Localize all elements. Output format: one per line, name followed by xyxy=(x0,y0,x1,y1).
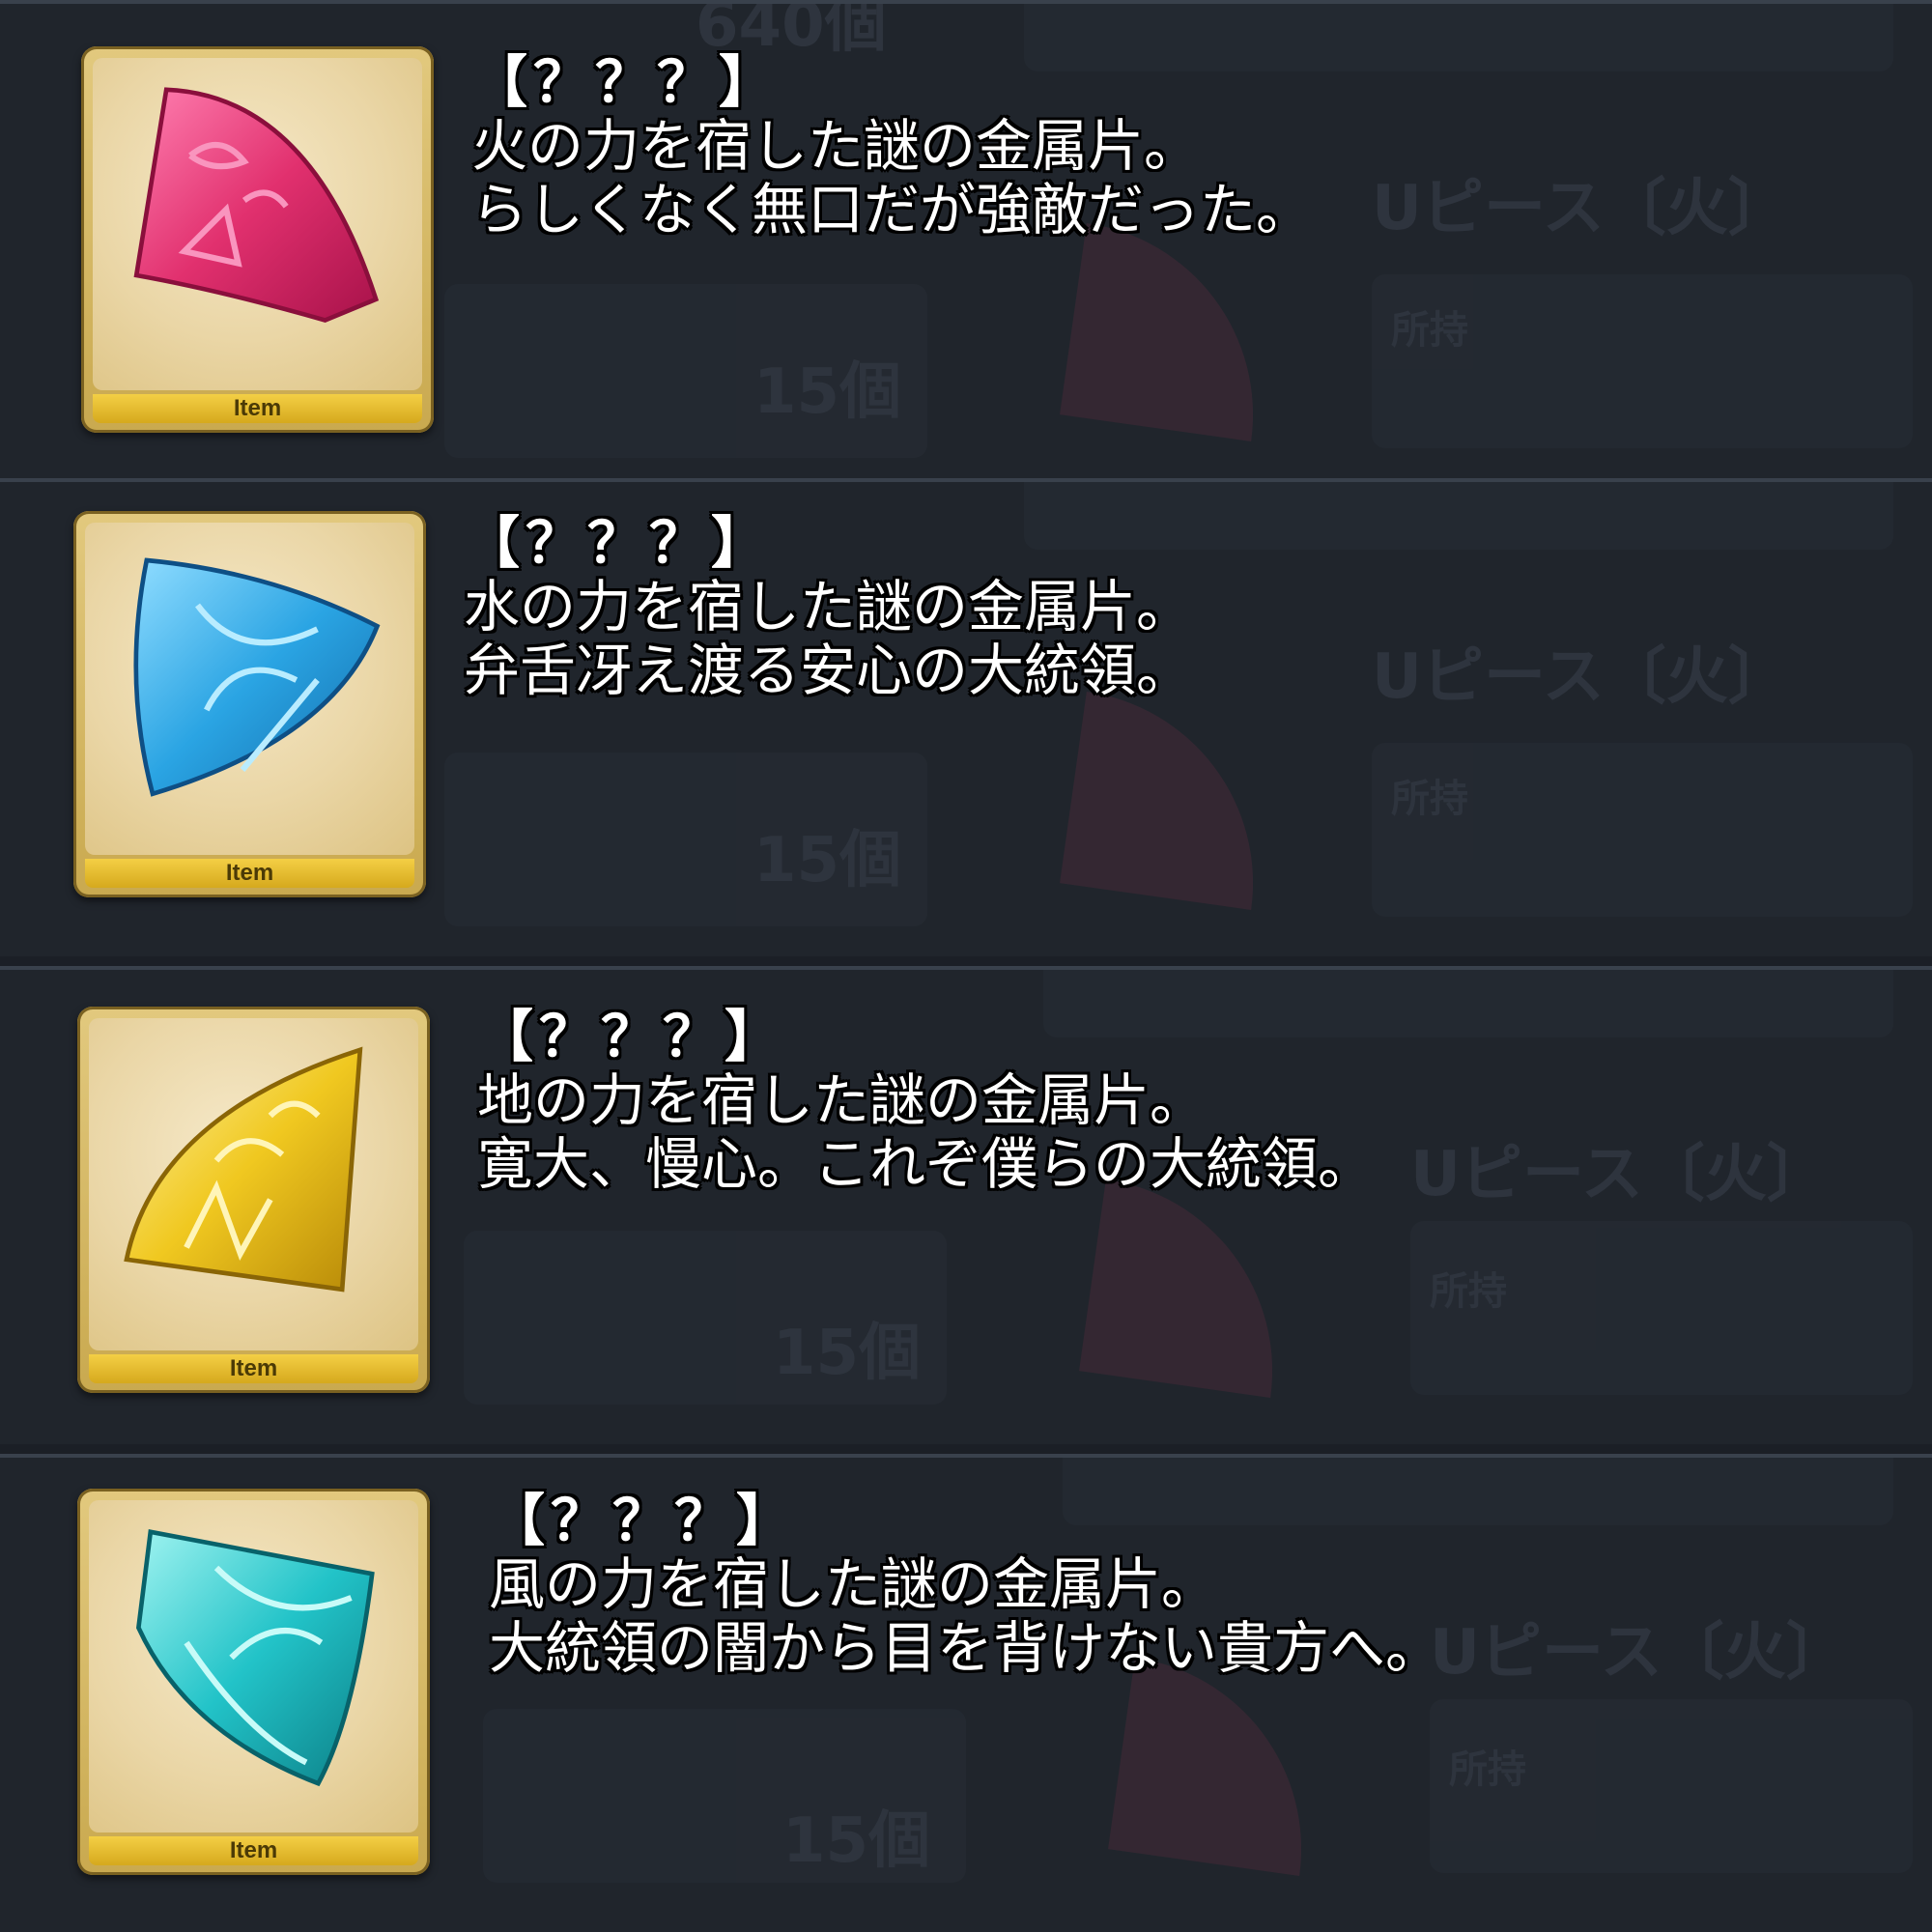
item-badge: Item xyxy=(93,394,422,423)
item-card[interactable]: Item xyxy=(73,511,426,897)
item-description: 【？？？】 地の力を宿した謎の金属片。 寛大、慢心。これぞ僕らの大統領。 xyxy=(477,1005,1374,1196)
item-desc-line1: 水の力を宿した謎の金属片。 xyxy=(464,574,1193,639)
item-card[interactable]: Item xyxy=(81,46,434,433)
item-badge: Item xyxy=(89,1354,418,1383)
ghost-item-name: Uピース〔火〕 xyxy=(1372,641,1790,713)
item-name: 【？？？】 xyxy=(489,1488,799,1553)
ghost-shard-icon xyxy=(1108,1658,1326,1876)
item-desc-line2: 弁舌冴え渡る安心の大統領。 xyxy=(464,638,1193,703)
item-card[interactable]: Item xyxy=(77,1007,430,1393)
ghost-count: 15個 xyxy=(773,1318,922,1389)
ghost-shard-icon xyxy=(1060,223,1278,441)
item-panel-wind: Uピース〔火〕 所持 15個 Item 【？？？】 風の力を宿した謎の金属片。 … xyxy=(0,1454,1932,1932)
item-badge: Item xyxy=(89,1836,418,1865)
ghost-count: 15個 xyxy=(782,1805,931,1877)
item-panel-water: Uピース〔火〕 所持 15個 Item 【？？？】 水の力を宿した謎の金属片。 … xyxy=(0,478,1932,956)
ghost-item-name: Uピース〔火〕 xyxy=(1372,173,1790,244)
ghost-item-name: Uピース〔火〕 xyxy=(1430,1617,1848,1689)
ghost-held-label: 所持 xyxy=(1430,1269,1507,1314)
item-desc-line1: 地の力を宿した謎の金属片。 xyxy=(477,1067,1207,1133)
item-panel-fire: Uピース〔火〕 所持 15個 640個 Item 【？？？】 火の力を宿した謎の… xyxy=(0,0,1932,478)
yellow-metal-shard-icon xyxy=(124,1046,363,1293)
ghost-held-label: 所持 xyxy=(1391,777,1468,821)
ghost-item-name: Uピース〔火〕 xyxy=(1410,1139,1829,1210)
teal-metal-shard-icon xyxy=(136,1529,375,1787)
item-panel-earth: Uピース〔火〕 所持 15個 Item 【？？？】 地の力を宿した謎の金属片。 … xyxy=(0,966,1932,1444)
ghost-count: 15個 xyxy=(753,356,902,428)
item-desc-line1: 火の力を宿した謎の金属片。 xyxy=(471,113,1201,179)
item-name: 【？？？】 xyxy=(471,49,781,115)
item-desc-line2: 寛大、慢心。これぞ僕らの大統領。 xyxy=(477,1131,1375,1197)
item-desc-line2: 大統領の闇から目を背けない貴方へ。 xyxy=(489,1615,1442,1681)
item-badge: Item xyxy=(85,859,414,888)
item-description: 【？？？】 水の力を宿した謎の金属片。 弁舌冴え渡る安心の大統領。 xyxy=(464,511,1192,702)
ghost-shard-icon xyxy=(1060,692,1278,910)
pink-metal-shard-icon xyxy=(133,87,380,323)
item-desc-line1: 風の力を宿した謎の金属片。 xyxy=(489,1551,1218,1617)
ghost-held-label: 所持 xyxy=(1449,1747,1526,1792)
ghost-held-label: 所持 xyxy=(1391,308,1468,353)
item-name: 【？？？】 xyxy=(477,1004,787,1069)
item-name: 【？？？】 xyxy=(464,510,774,576)
item-card[interactable]: Item xyxy=(77,1489,430,1875)
item-desc-line2: らしくなく無口だが強敵だった。 xyxy=(471,177,1313,242)
ghost-shard-icon xyxy=(1079,1179,1297,1398)
ghost-count: 15個 xyxy=(753,825,902,896)
item-description: 【？？？】 火の力を宿した謎の金属片。 らしくなく無口だが強敵だった。 xyxy=(471,50,1312,242)
blue-metal-shard-icon xyxy=(133,557,381,797)
item-description: 【？？？】 風の力を宿した謎の金属片。 大統領の闇から目を背けない貴方へ。 xyxy=(489,1489,1441,1680)
